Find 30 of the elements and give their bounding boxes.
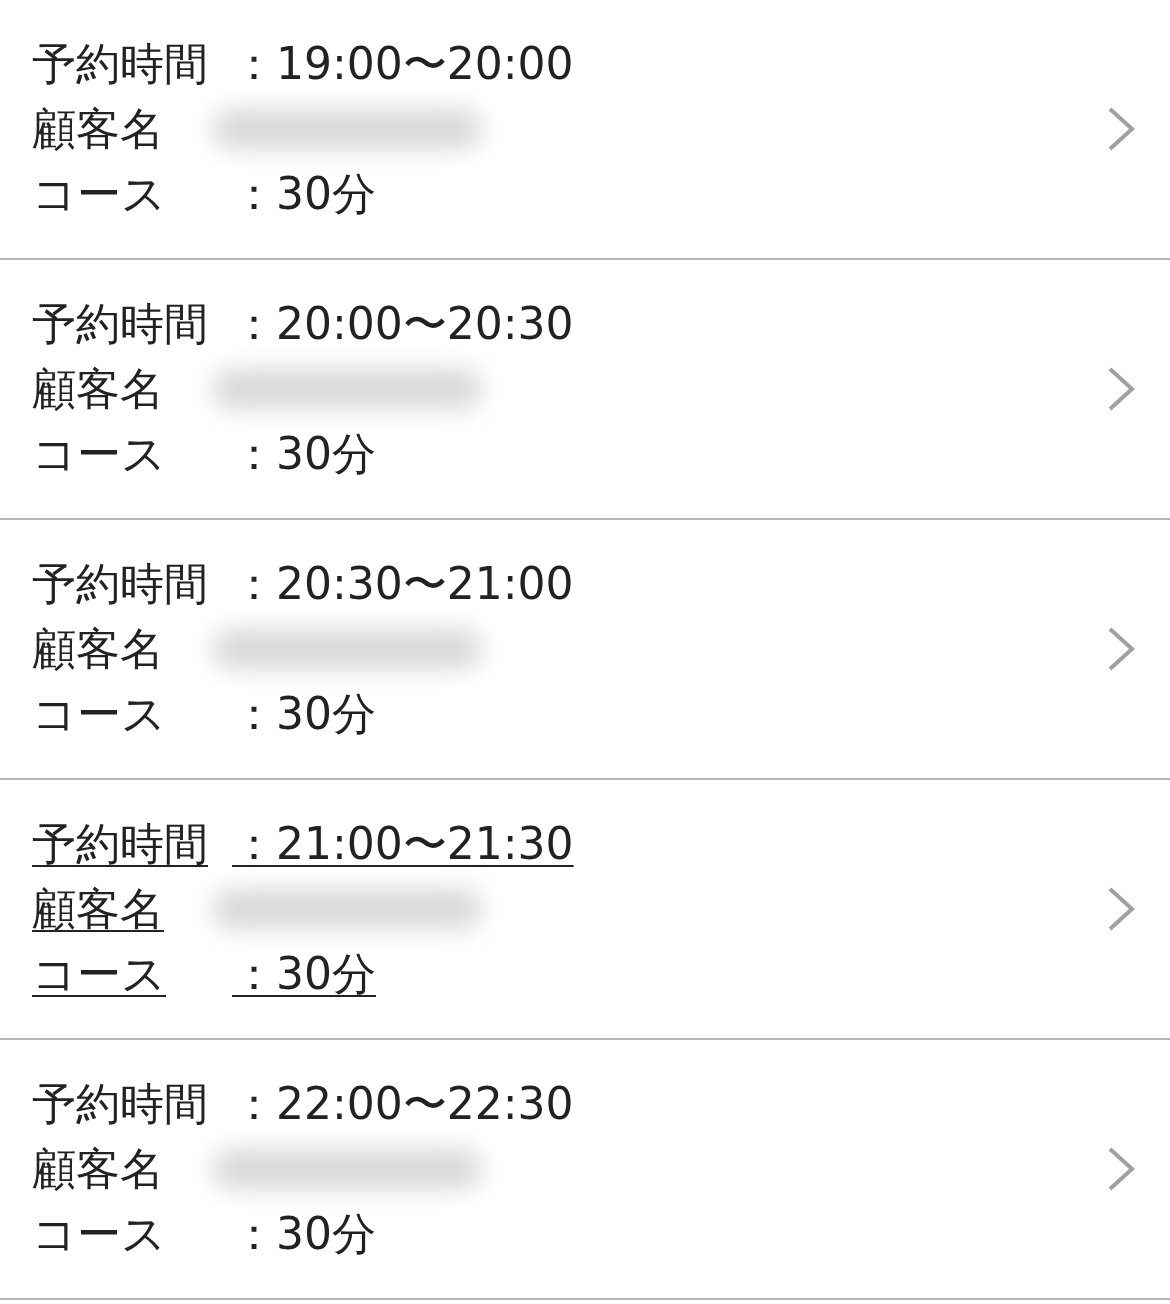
chevron-right-icon <box>1106 1145 1136 1193</box>
field-label: コース <box>32 687 167 741</box>
field-label: コース <box>32 1207 167 1261</box>
field-label: 予約時間 <box>32 557 209 611</box>
chevron-right-icon <box>1106 625 1136 673</box>
field-label: 予約時間 <box>32 817 209 871</box>
field-value: ：30分 <box>232 687 376 741</box>
chevron-right-icon <box>1106 885 1136 933</box>
field-label: 顧客名 <box>32 1142 165 1196</box>
chevron-right-icon <box>1106 105 1136 153</box>
field-value: ：30分 <box>232 167 376 221</box>
field-label: 顧客名 <box>32 622 165 676</box>
field-value: ：22:00〜22:30 <box>232 1077 574 1131</box>
field-value: ：20:00〜20:30 <box>232 297 574 351</box>
field-label: 顧客名 <box>32 882 165 936</box>
field-label: 予約時間 <box>32 37 209 91</box>
field-label: 予約時間 <box>32 1077 209 1131</box>
field-label: 予約時間 <box>32 297 209 351</box>
field-label: コース <box>32 167 167 221</box>
field-value: ：30分 <box>232 1207 376 1261</box>
chevron-right-icon <box>1106 365 1136 413</box>
field-label: コース <box>32 427 167 481</box>
field-label: 顧客名 <box>32 362 165 416</box>
field-value: ：20:30〜21:00 <box>232 557 574 611</box>
field-value: ：21:00〜21:30 <box>232 817 574 871</box>
field-value: ：19:00〜20:00 <box>232 37 574 91</box>
field-value: ：30分 <box>232 947 376 1001</box>
field-value: ：30分 <box>232 427 376 481</box>
field-label: 顧客名 <box>32 102 165 156</box>
field-label: コース <box>32 947 167 1001</box>
